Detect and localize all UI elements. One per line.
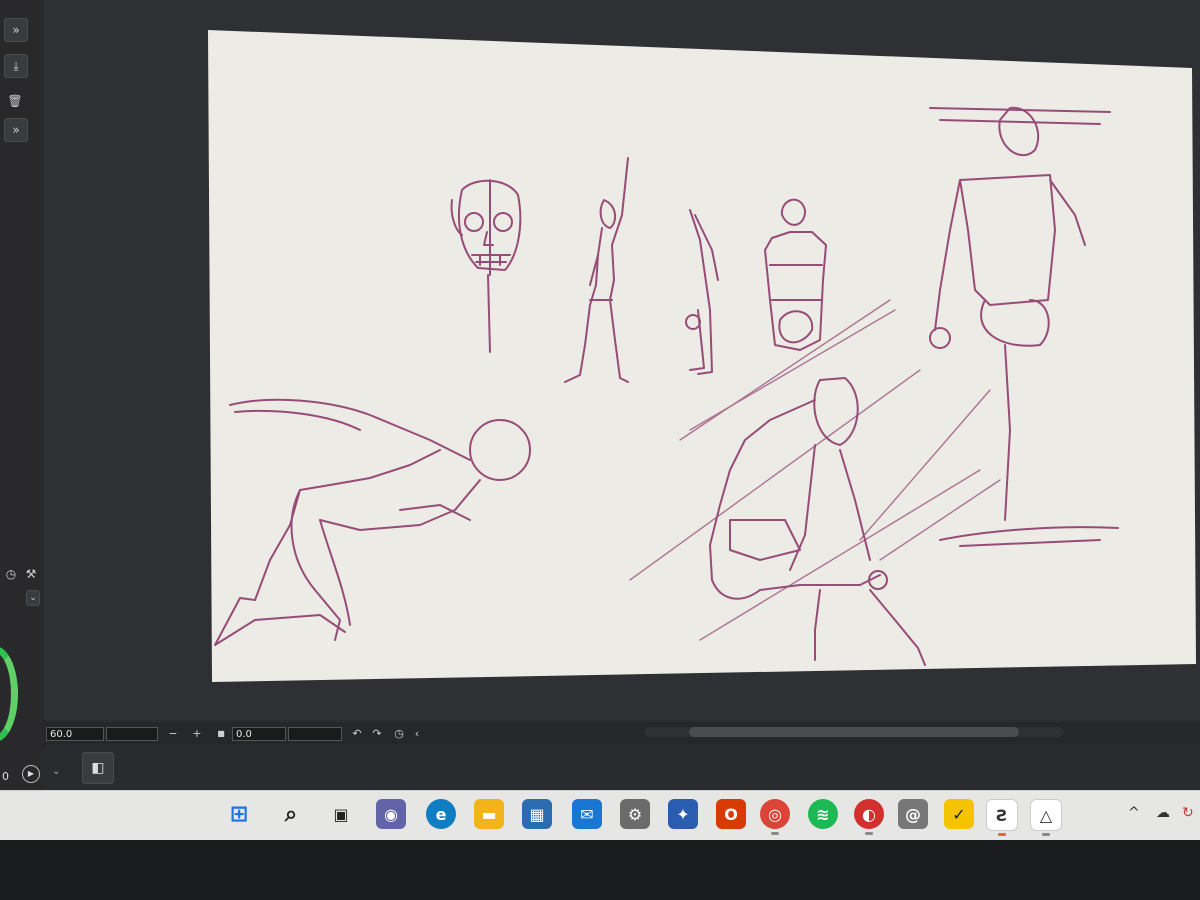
chevron-down-icon[interactable]: ⌄ [52,766,60,777]
bottom-toolbar: ⌄ ◧ [44,746,1200,790]
rotation-slider-field[interactable] [288,727,342,741]
rotation-field[interactable]: 0.0 [232,727,286,741]
canvas-paper[interactable] [208,30,1196,682]
active-indicator [865,832,873,835]
clock-icon[interactable]: ◷ [0,563,22,585]
spotify-icon[interactable]: ≋ [808,799,838,829]
zoom-out-button[interactable]: − [166,726,180,742]
rotate-left-icon[interactable]: ↶ [350,726,364,742]
app-spiral-icon[interactable]: @ [898,799,928,829]
update-icon[interactable]: ↻ [1182,805,1194,821]
active-indicator [1042,833,1050,836]
app-triangle-icon[interactable]: △ [1030,799,1062,836]
norton-check-icon[interactable]: ✓ [944,799,974,829]
chrome-icon[interactable]: ◎ [760,799,790,835]
active-indicator [998,833,1006,836]
play-icon[interactable]: ▶ [22,765,40,783]
zoom-field[interactable]: 60.0 [46,727,104,741]
office-icon[interactable]: O [716,799,746,829]
double-chevron-down-icon[interactable]: » [4,118,28,142]
trash-icon[interactable]: 🗑 [4,90,26,112]
left-tool-panel: » ⤓ 🗑 » ◷ ⚒ ⌄ 0 ▶ [0,0,45,790]
wrench-icon[interactable]: ⚒ [20,563,42,585]
double-chevron-down-icon[interactable]: » [4,18,28,42]
horizontal-scrollbar[interactable] [644,727,1064,737]
settings-app-icon[interactable]: ⚙ [620,799,650,829]
file-explorer-icon[interactable]: ▬ [474,799,504,829]
rotate-right-icon[interactable]: ↷ [370,726,384,742]
windows-start-icon[interactable]: ⊞ [224,799,254,829]
stop-icon[interactable]: ■ [214,726,228,742]
mail-icon[interactable]: ✉ [572,799,602,829]
monitor-bezel [0,840,1200,900]
color-wheel[interactable] [0,646,18,742]
zoom-in-button[interactable]: + [190,726,204,742]
windows-taskbar: ⊞ ⌕ ▣ ◉ e ▬ ▦ ✉ ⚙ ✦ O ◎ ≋ ◐ @ ✓ Ƨ △ ^ ☁ … [0,790,1200,841]
navigator-status-bar: 60.0 − + ■ 0.0 ↶ ↷ ◷ ‹ [44,722,1200,744]
search-icon[interactable]: ⌕ [276,799,306,829]
task-view-icon[interactable]: ▣ [326,799,356,829]
tray-chevron-up-icon[interactable]: ^ [1128,805,1140,821]
onedrive-cloud-icon[interactable]: ☁ [1156,805,1170,821]
active-indicator [771,832,779,835]
edge-browser-icon[interactable]: e [426,799,456,829]
clip-studio-icon[interactable]: Ƨ [986,799,1018,836]
antivirus-icon[interactable]: ◐ [854,799,884,835]
app-blue-icon[interactable]: ✦ [668,799,698,829]
reset-rotation-icon[interactable]: ◷ [392,726,406,742]
panel-value: 0 [2,770,9,783]
zoom-slider-field[interactable] [106,727,158,741]
flip-icon[interactable]: ‹ [410,726,424,742]
chevron-down-icon[interactable]: ⌄ [26,590,40,606]
panel-toggle-icon[interactable]: ◧ [82,752,114,784]
teams-chat-icon[interactable]: ◉ [376,799,406,829]
scrollbar-thumb[interactable] [689,727,1019,737]
download-icon[interactable]: ⤓ [4,54,28,78]
microsoft-store-icon[interactable]: ▦ [522,799,552,829]
